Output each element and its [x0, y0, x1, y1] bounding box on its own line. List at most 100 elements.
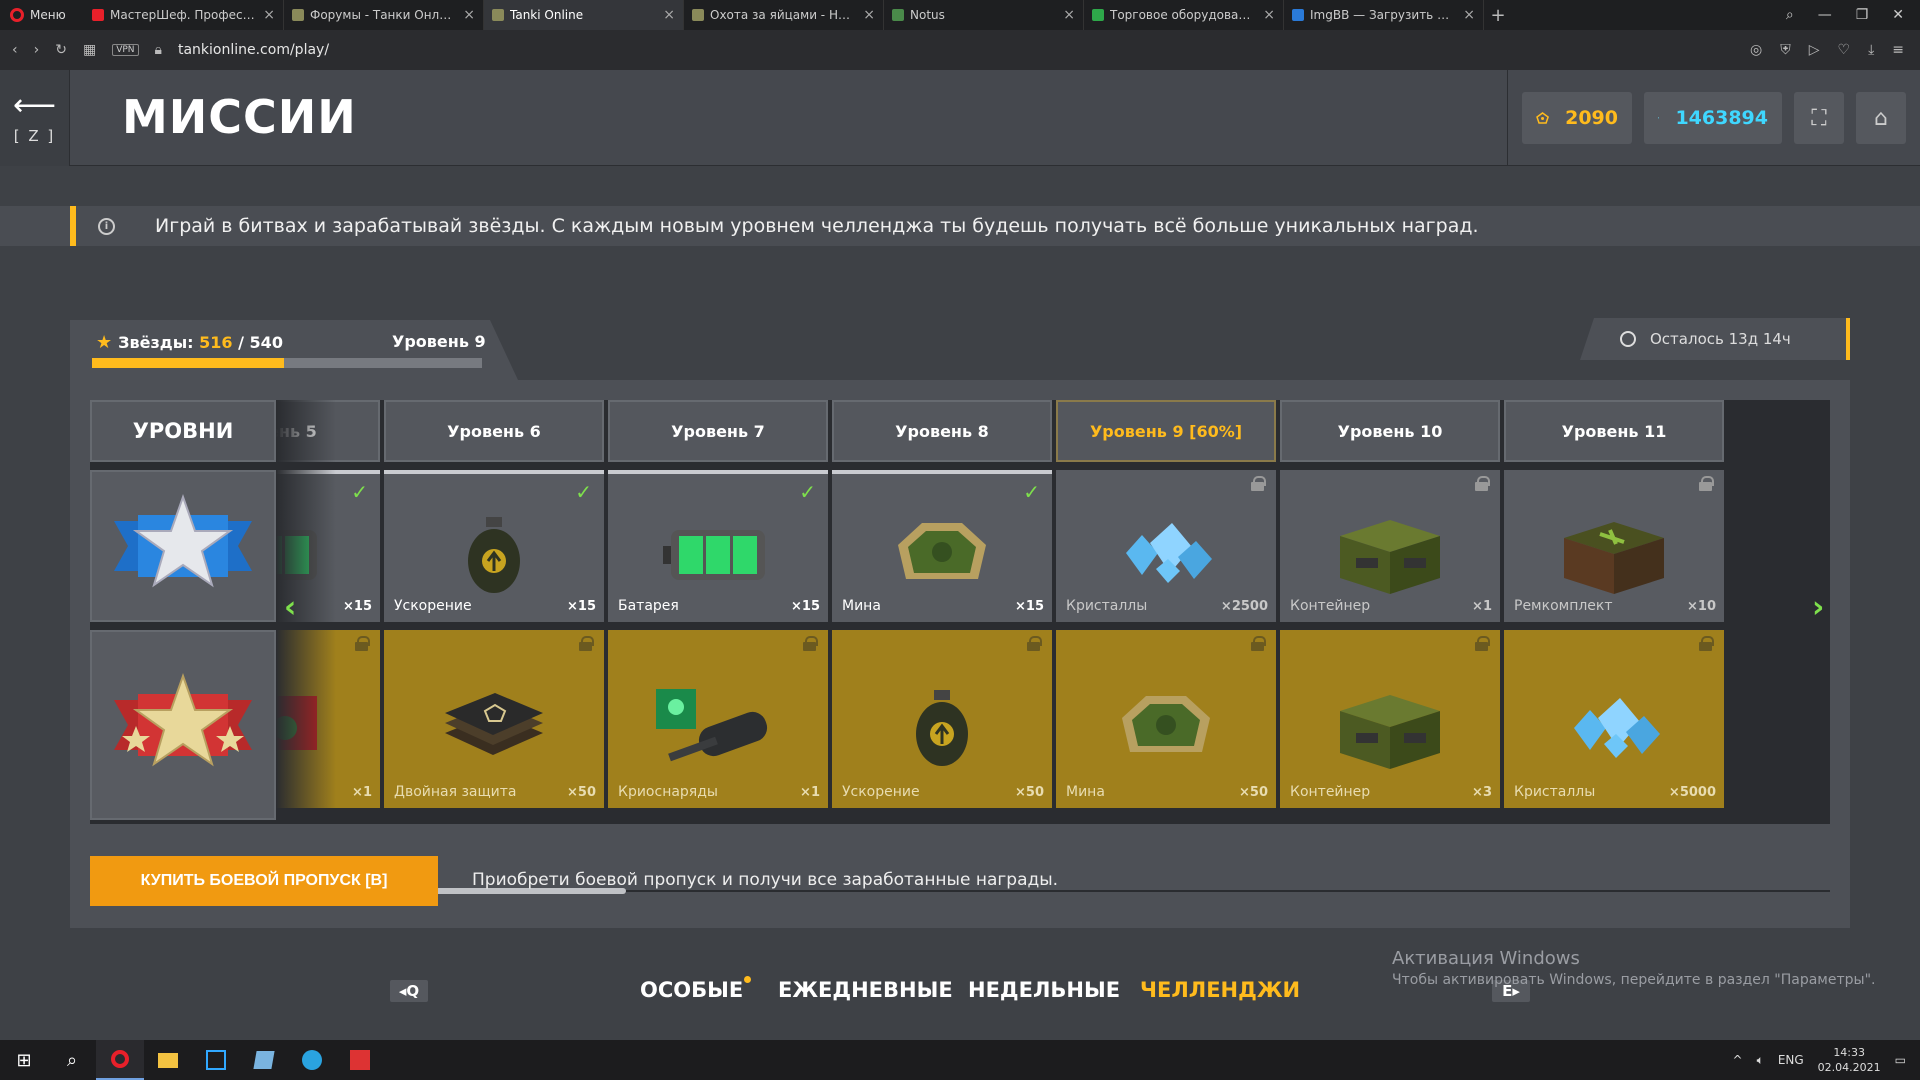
page-title: МИССИИ: [122, 90, 357, 144]
tab-favicon-icon: [892, 9, 904, 21]
close-tab-icon[interactable]: ×: [1463, 7, 1475, 23]
shield-icon[interactable]: ⛨: [1780, 42, 1791, 58]
free-reward-cell[interactable]: ✓ Мина ×15: [832, 470, 1052, 622]
taskbar-app-icon[interactable]: [240, 1040, 288, 1080]
info-accent-bar: [70, 206, 76, 246]
premium-rank-star-icon: [114, 672, 252, 767]
scroll-right-icon[interactable]: ›: [1812, 590, 1824, 625]
tabs-grid-icon[interactable]: ▦: [83, 42, 96, 58]
taskbar-opera-icon[interactable]: [96, 1040, 144, 1080]
free-reward-cell[interactable]: Контейнер ×1: [1280, 470, 1500, 622]
window-controls: ⌕ — ❐ ✕: [1786, 7, 1920, 23]
reward-name: Ускорение: [394, 598, 472, 614]
browser-tab[interactable]: Notus ×: [884, 0, 1084, 30]
browser-tab[interactable]: МастерШеф. Профессионалы ×: [84, 0, 284, 30]
browser-tab[interactable]: Форумы - Танки Онлайн ×: [284, 0, 484, 30]
browser-tab[interactable]: Охота за яйцами - Новости ×: [684, 0, 884, 30]
fullscreen-button[interactable]: ⛶: [1794, 92, 1844, 144]
buy-battle-pass-hint: Приобрети боевой пропуск и получи все за…: [472, 870, 1059, 890]
premium-reward-cell[interactable]: Кристаллы ×5000: [1504, 630, 1724, 808]
premium-reward-cell[interactable]: Криоснаряды ×1: [608, 630, 828, 808]
browser-menu-button[interactable]: Меню: [0, 0, 84, 30]
free-reward-cell[interactable]: Ремкомплект ×10: [1504, 470, 1724, 622]
reward-name: Ремкомплект: [1514, 598, 1613, 614]
back-arrow-icon: ⟵: [12, 88, 56, 123]
easy-setup-icon[interactable]: ≡: [1892, 42, 1904, 58]
taskbar-editor-icon[interactable]: [336, 1040, 384, 1080]
back-button[interactable]: ⟵ [ Z ]: [0, 70, 70, 166]
crystal-balance[interactable]: 1463894: [1644, 92, 1782, 144]
category-tab[interactable]: ОСОБЫЕ: [640, 976, 752, 1002]
snapshot-icon[interactable]: ◎: [1750, 42, 1762, 58]
reward-count: ×10: [1687, 599, 1716, 614]
category-tab-label: ЕЖЕДНЕВНЫЕ: [778, 978, 953, 1002]
close-window-icon[interactable]: ✕: [1892, 7, 1904, 23]
lock-icon: [579, 636, 594, 651]
close-tab-icon[interactable]: ×: [463, 7, 475, 23]
cryo-ammo-icon: [648, 683, 788, 777]
reward-name: Мина: [1066, 784, 1105, 800]
missions-header: ⟵ [ Z ] МИССИИ 2090 1463894 ⛶ ⌂: [0, 70, 1920, 166]
close-tab-icon[interactable]: ×: [663, 7, 675, 23]
stars-separator: /: [232, 333, 250, 352]
address-bar-actions: ◎ ⛨ ▷ ♡ ⤓ ≡: [1750, 42, 1920, 58]
stars-label: ★ Звёзды: 516 / 540: [96, 332, 283, 353]
premium-reward-cell[interactable]: Контейнер ×3: [1280, 630, 1500, 808]
nav-forward-icon[interactable]: ›: [34, 42, 40, 58]
taskbar-telegram-icon[interactable]: [288, 1040, 336, 1080]
reward-count: ×1: [1472, 599, 1492, 614]
free-reward-cell[interactable]: ✓ Ускорение ×15: [384, 470, 604, 622]
close-tab-icon[interactable]: ×: [1063, 7, 1075, 23]
premium-reward-cell[interactable]: Мина ×50: [1056, 630, 1276, 808]
reward-name: Криоснаряды: [618, 784, 718, 800]
browser-search-icon[interactable]: ⌕: [1786, 7, 1794, 23]
gold-balance[interactable]: 2090: [1522, 92, 1632, 144]
browser-tab[interactable]: Торговое оборудование ×: [1084, 0, 1284, 30]
taskbar-explorer-icon[interactable]: [144, 1040, 192, 1080]
tab-favicon-icon: [1092, 9, 1104, 21]
minimize-icon[interactable]: —: [1818, 7, 1832, 23]
reload-icon[interactable]: ↻: [55, 42, 67, 58]
time-remaining-text: Осталось 13д 14ч: [1650, 330, 1791, 348]
free-reward-cell[interactable]: ✓ Батарея ×15: [608, 470, 828, 622]
language-indicator[interactable]: ENG: [1778, 1053, 1804, 1067]
close-tab-icon[interactable]: ×: [863, 7, 875, 23]
stars-total: 540: [249, 333, 283, 352]
taskbar-search-icon[interactable]: ⌕: [48, 1040, 96, 1080]
restore-icon[interactable]: ❐: [1856, 7, 1869, 23]
speed-boost-icon: [464, 515, 524, 599]
nav-back-icon[interactable]: ‹: [12, 42, 18, 58]
scroll-left-icon[interactable]: ‹: [284, 590, 296, 625]
browser-tab[interactable]: ImgBB — Загрузить Фото ×: [1284, 0, 1484, 30]
new-tab-button[interactable]: +: [1484, 5, 1512, 26]
rewards-grid[interactable]: Уровень 5✓…ея×15…рох×1Уровень 6✓Ускорени…: [90, 400, 1830, 824]
free-reward-cell[interactable]: Кристаллы ×2500: [1056, 470, 1276, 622]
info-text: Играй в битвах и зарабатывай звёзды. С к…: [155, 215, 1479, 237]
garage-button[interactable]: ⌂: [1856, 92, 1906, 144]
clock-time: 14:33: [1833, 1046, 1866, 1059]
taskbar-photoshop-icon[interactable]: [192, 1040, 240, 1080]
browser-tab-label: Охота за яйцами - Новости: [710, 8, 857, 22]
close-tab-icon[interactable]: ×: [1263, 7, 1275, 23]
premium-reward-cell[interactable]: Ускорение ×50: [832, 630, 1052, 808]
prev-category-hotkey[interactable]: ◂Q: [390, 980, 428, 1002]
close-tab-icon[interactable]: ×: [263, 7, 275, 23]
browser-tab[interactable]: Tanki Online ×: [484, 0, 684, 30]
vpn-badge[interactable]: VPN: [112, 44, 139, 56]
notifications-icon[interactable]: ▭: [1895, 1053, 1906, 1067]
download-icon[interactable]: ⤓: [1868, 42, 1874, 58]
category-tab[interactable]: ЕЖЕДНЕВНЫЕ: [778, 978, 953, 1002]
clock[interactable]: 14:33 02.04.2021: [1818, 1045, 1881, 1075]
url-field[interactable]: tankionline.com/play/: [178, 42, 329, 58]
buy-battle-pass-button[interactable]: КУПИТЬ БОЕВОЙ ПРОПУСК [B]: [90, 856, 438, 906]
category-tab[interactable]: НЕДЕЛЬНЫЕ: [968, 978, 1120, 1002]
crystal-amount: 1463894: [1675, 107, 1768, 129]
category-tab[interactable]: ЧЕЛЛЕНДЖИ: [1140, 978, 1300, 1002]
tray-chevron-icon[interactable]: ^: [1733, 1053, 1743, 1067]
heart-icon[interactable]: ♡: [1838, 42, 1851, 58]
send-icon[interactable]: ▷: [1809, 42, 1820, 58]
premium-reward-cell[interactable]: Двойная защита ×50: [384, 630, 604, 808]
volume-icon[interactable]: 🔈︎: [1757, 1053, 1764, 1068]
windows-start-icon[interactable]: ⊞: [0, 1040, 48, 1080]
opera-logo-icon: [10, 8, 24, 22]
